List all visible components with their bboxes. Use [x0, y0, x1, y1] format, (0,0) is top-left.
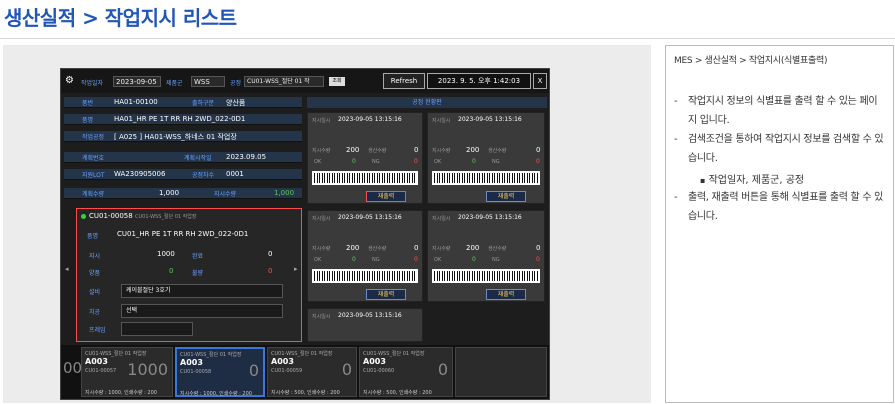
work-order-strip: 00 CU01-WSS_절단 01 작업장 A003 CU01-00057 10… — [61, 345, 549, 399]
reprint-button[interactable]: 재출력 — [486, 289, 526, 300]
qty-label: 지시 — [89, 253, 101, 260]
qty-value: 1000 — [157, 250, 175, 258]
info-row-lot: 지원LOT WA230905006 공정차수 0001 — [64, 169, 302, 180]
gear-icon[interactable]: ⚙ — [65, 75, 74, 86]
next-arrow-icon[interactable]: ▸ — [294, 265, 298, 273]
detail-panel: CU01-00058 CU01-WSS_절단 01 작업장 품명 CU01_HR… — [76, 208, 302, 342]
equip-label: 설비 — [89, 289, 101, 296]
info-row-part-name: 품명 HA01_HR PE 1T RR RH 2WD_022-0D1 — [64, 114, 302, 125]
status-card: 지시일시 2023-09-05 13:15:16 지시수량 200 생산수량 0… — [307, 112, 423, 204]
title-divider — [0, 38, 895, 39]
clock-display: 2023. 9. 5. 오후 1:42:03 — [427, 73, 531, 89]
close-button[interactable]: X — [533, 73, 547, 89]
search-button[interactable]: 조회 — [329, 77, 345, 86]
bad-value: 0 — [268, 267, 273, 275]
extra-label: 프레임 — [89, 327, 106, 334]
tool-select[interactable]: 선택 — [121, 304, 283, 318]
reprint-button[interactable]: 재출력 — [366, 191, 406, 202]
info-row-qty: 계획수량 1,000 지시수량 1,000 — [64, 188, 302, 199]
barcode-image — [312, 171, 418, 185]
detail-code: CU01-00058 — [89, 212, 133, 220]
work-date-input[interactable]: 2023-09-05 — [113, 76, 161, 87]
product-group-select[interactable]: WSS — [191, 76, 225, 87]
extra-select[interactable] — [121, 322, 193, 336]
good-label: 양품 — [89, 270, 101, 277]
good-value: 0 — [169, 267, 174, 275]
status-card: 지시일시 2023-09-05 13:15:16 지시수량 200 생산수량 0… — [427, 210, 545, 302]
done-label: 완료 — [192, 253, 204, 260]
breadcrumb: MES > 생산실적 > 작업지시(식별표출력) — [674, 56, 828, 66]
note-bullet: - 작업지시 정보의 식별표를 출력 할 수 있는 페이지 입니다. — [674, 96, 878, 126]
refresh-button[interactable]: Refresh — [383, 73, 425, 89]
barcode-image — [432, 171, 540, 185]
product-group-label: 제품군 — [166, 80, 183, 87]
detail-name: CU01_HR PE 1T RR RH 2WD_022-0D1 — [117, 230, 249, 238]
work-order-card[interactable]: CU01-WSS_절단 01 작업장 A003 CU01-00059 0 지시수… — [267, 347, 357, 397]
reprint-button[interactable]: 재출력 — [366, 289, 406, 300]
work-order-card[interactable]: CU01-WSS_절단 01 작업장 A003 CU01-00060 0 지시수… — [359, 347, 453, 397]
note-bullet: - 출력, 재출력 버튼을 통해 식별표를 출력 할 수 있습니다. — [674, 192, 884, 222]
equip-select[interactable]: 케이블절단 3호기 — [121, 284, 283, 298]
info-row-part-no: 품번 HA01-00100 출하구분 양산품 — [64, 97, 302, 108]
process-label: 공정 — [230, 80, 242, 87]
note-bullet: - 검색조건을 통하여 작업지시 정보를 검색할 수 있습니다. — [674, 134, 884, 164]
description-panel: MES > 생산실적 > 작업지시(식별표출력) - 작업지시 정보의 식별표를 … — [665, 45, 894, 403]
work-order-card[interactable]: CU01-WSS_절단 01 작업장 A003 CU01-00057 1000 … — [81, 347, 173, 397]
note-sub-bullet: ▪ 작업일자, 제품군, 공정 — [700, 175, 805, 186]
prev-arrow-icon[interactable]: ◂ — [65, 265, 69, 273]
status-card: 지시일시 2023-09-05 13:15:16 지시수량 200 생산수량 0… — [427, 112, 545, 204]
status-dot — [81, 214, 86, 219]
status-header: 공정 현황판 — [307, 97, 547, 108]
process-select[interactable]: CU01-WSS_절단 01 작 — [244, 76, 324, 87]
mes-app-window: ⚙ 작업일자 2023-09-05 제품군 WSS 공정 CU01-WSS_절단… — [60, 68, 550, 400]
reprint-button[interactable]: 재출력 — [486, 191, 526, 202]
detail-sub: CU01-WSS_절단 01 작업장 — [135, 214, 197, 220]
info-row-process: 작업공정[ A025 ] HA01-WSS_하네스 01 작업장 — [64, 131, 302, 142]
status-card: 지시일시 2023-09-05 13:15:16 — [307, 308, 423, 342]
bad-label: 불량 — [192, 270, 204, 277]
work-order-card[interactable]: CU01-WSS_절단 01 작업장 A003 CU01-00058 0 지시수… — [175, 347, 265, 397]
done-value: 0 — [268, 250, 273, 258]
page-title: 생산실적 > 작업지시 리스트 — [4, 6, 237, 30]
name-label: 품명 — [87, 233, 99, 240]
tool-label: 치공 — [89, 309, 101, 316]
barcode-image — [432, 269, 540, 283]
search-toolbar: ⚙ 작업일자 2023-09-05 제품군 WSS 공정 CU01-WSS_절단… — [61, 69, 549, 93]
work-date-label: 작업일자 — [81, 80, 104, 87]
info-row-plan-no: 계획번호 계획시작일 2023.09.05 — [64, 152, 302, 163]
work-order-card[interactable] — [455, 347, 547, 397]
barcode-image — [312, 269, 418, 283]
bottom-left-count: 00 — [63, 359, 83, 377]
status-card: 지시일시 2023-09-05 13:15:16 지시수량 200 생산수량 0… — [307, 210, 423, 302]
